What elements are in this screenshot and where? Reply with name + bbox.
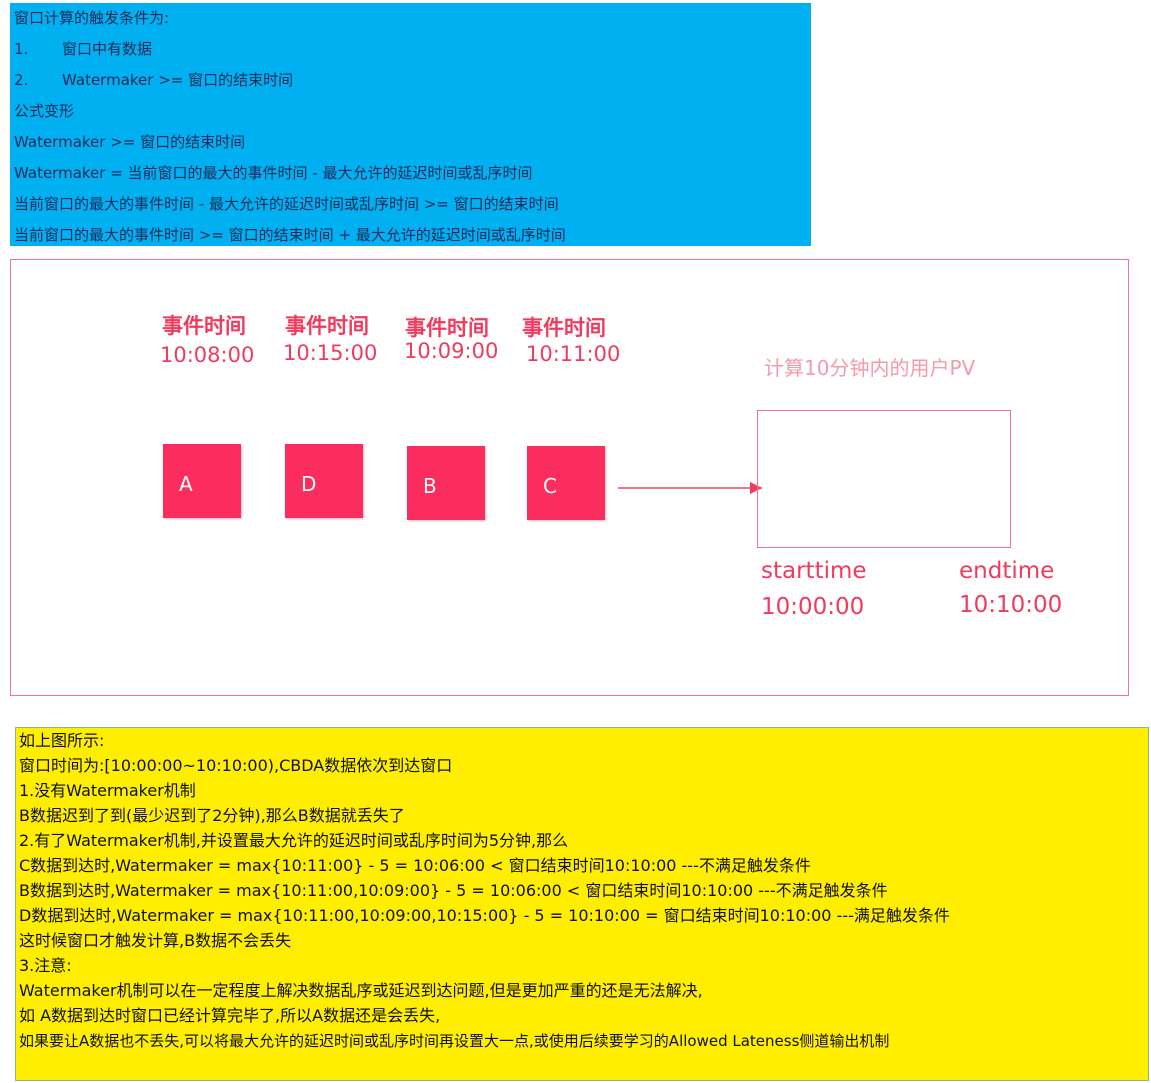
explanation-section: 2.有了Watermaker机制,并设置最大允许的延迟时间或乱序时间为5分钟,那…: [19, 831, 569, 850]
event-time-value: 10:08:00: [160, 343, 255, 367]
explanation-section: 1.没有Watermaker机制: [19, 781, 196, 800]
formula-line: 当前窗口的最大的事件时间 >= 窗口的结束时间 + 最大允许的延迟时间或乱序时间: [14, 226, 566, 244]
event-box-c: C: [527, 446, 605, 520]
event-box-a: A: [163, 444, 241, 518]
note-heading: 窗口计算的触发条件为:: [14, 9, 170, 27]
window-caption: 计算10分钟内的用户PV: [764, 356, 976, 380]
window-start-time: 10:00:00: [761, 594, 865, 620]
explanation-line: B数据迟到了到(最少迟到了2分钟),那么B数据就丢失了: [19, 806, 405, 825]
window-end-label: endtime: [959, 558, 1055, 584]
formula-line: Watermaker >= 窗口的结束时间: [14, 133, 246, 151]
condition-item-1: 1. 窗口中有数据: [14, 39, 152, 59]
explanation-line: Watermaker机制可以在一定程度上解决数据乱序或延迟到达问题,但是更加严重…: [19, 981, 703, 1000]
watermark-window-diagram: 事件时间 事件时间 事件时间 事件时间 10:08:00 10:15:00 10…: [10, 259, 1129, 696]
explanation-line: 窗口时间为:[10:00:00~10:10:00),CBDA数据依次到达窗口: [19, 756, 453, 775]
formula-heading: 公式变形: [14, 102, 75, 120]
trigger-conditions-note: 窗口计算的触发条件为: 1. 窗口中有数据 2. Watermaker >= 窗口的…: [10, 3, 811, 246]
event-time-label: 事件时间: [405, 316, 489, 340]
explanation-heading: 如上图所示:: [19, 731, 105, 750]
event-box-d: D: [285, 444, 363, 518]
window-end-time: 10:10:00: [959, 592, 1063, 618]
explanation-line: 如果要让A数据也不丢失,可以将最大允许的延迟时间或乱序时间再设置大一点,或使用后…: [19, 1032, 890, 1050]
event-time-value: 10:15:00: [283, 341, 378, 365]
event-box-b: B: [407, 446, 485, 520]
event-time-value: 10:11:00: [526, 342, 621, 366]
event-time-label: 事件时间: [285, 314, 369, 338]
condition-item-2-text: Watermaker >= 窗口的结束时间: [62, 71, 294, 89]
event-letter: B: [423, 474, 437, 498]
explanation-line: C数据到达时,Watermaker = max{10:11:00} - 5 = …: [19, 856, 811, 875]
condition-item-2: 2. Watermaker >= 窗口的结束时间: [14, 70, 293, 90]
explanation-note: 如上图所示: 窗口时间为:[10:00:00~10:10:00),CBDA数据依…: [15, 727, 1149, 1081]
event-time-label: 事件时间: [522, 316, 606, 340]
event-letter: C: [543, 474, 557, 498]
formula-line: 当前窗口的最大的事件时间 - 最大允许的延迟时间或乱序时间 >= 窗口的结束时间: [14, 195, 559, 213]
arrow-line: [618, 487, 762, 489]
explanation-section: 3.注意:: [19, 956, 72, 975]
window-start-label: starttime: [761, 558, 867, 584]
event-time-label: 事件时间: [162, 314, 246, 338]
explanation-line: 这时候窗口才触发计算,B数据不会丢失: [19, 931, 292, 950]
formula-line: Watermaker = 当前窗口的最大的事件时间 - 最大允许的延迟时间或乱序…: [14, 164, 533, 182]
event-time-value: 10:09:00: [404, 339, 499, 363]
time-window-box: [757, 410, 1011, 548]
explanation-line: D数据到达时,Watermaker = max{10:11:00,10:09:0…: [19, 906, 950, 925]
event-letter: A: [179, 472, 193, 496]
condition-item-1-number: 1.: [14, 40, 29, 58]
explanation-line: B数据到达时,Watermaker = max{10:11:00,10:09:0…: [19, 881, 888, 900]
condition-item-1-text: 窗口中有数据: [62, 40, 153, 58]
condition-item-2-number: 2.: [14, 71, 29, 89]
event-letter: D: [301, 472, 317, 496]
explanation-line: 如 A数据到达时窗口已经计算完毕了,所以A数据还是会丢失,: [19, 1006, 441, 1025]
